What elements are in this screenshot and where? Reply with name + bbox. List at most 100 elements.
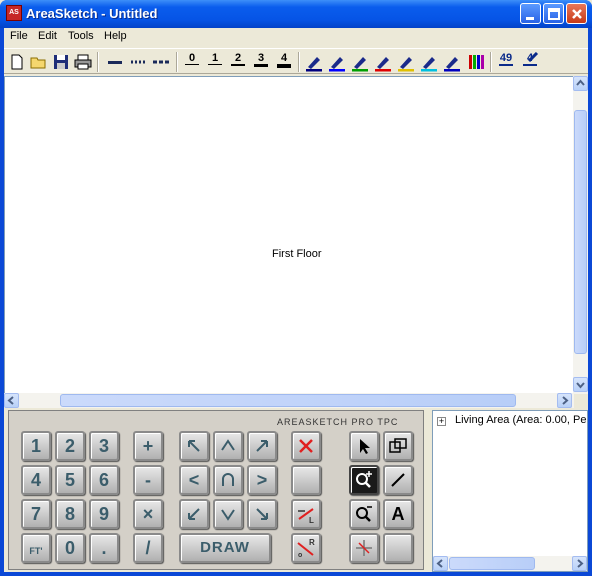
blank-tool-button[interactable] [291, 465, 321, 495]
dashed-line-icon [153, 60, 169, 64]
menu-tools[interactable]: Tools [68, 30, 94, 42]
font-size-button[interactable]: 49 [496, 52, 516, 72]
text-tool-button[interactable]: A [383, 499, 413, 529]
roof-label-button[interactable]: Ro [291, 533, 321, 563]
app-window: AS AreaSketch - Untitled File Edit Tools… [0, 0, 592, 576]
expand-icon[interactable]: + [437, 417, 446, 426]
key-2[interactable]: 2 [55, 431, 85, 461]
line-width-bar [208, 64, 222, 65]
key-plus[interactable]: + [133, 431, 163, 461]
pen-color-button[interactable] [442, 52, 462, 72]
printer-icon [74, 54, 92, 70]
pen-color-button[interactable] [304, 52, 324, 72]
pen-color-button[interactable] [350, 52, 370, 72]
line-label-button[interactable]: L [291, 499, 321, 529]
direction-up-button[interactable] [213, 431, 243, 461]
line-width-2-button[interactable]: 2 [228, 52, 248, 72]
tree-scroll-right-button[interactable] [572, 556, 587, 571]
key-7[interactable]: 7 [21, 499, 51, 529]
key-minus[interactable]: - [133, 465, 163, 495]
key-0[interactable]: 0 [55, 533, 85, 563]
title-bar[interactable]: AS AreaSketch - Untitled [0, 0, 592, 28]
font-style-button[interactable]: 4 [520, 52, 540, 72]
line-width-bar [254, 64, 268, 67]
pen-icon [398, 57, 414, 72]
zoom-window-button[interactable] [383, 431, 413, 461]
minimize-button[interactable] [520, 3, 541, 24]
direction-down-right-button[interactable] [247, 499, 277, 529]
line-dotted-button[interactable] [128, 52, 148, 72]
key-3[interactable]: 3 [89, 431, 119, 461]
roof-line-icon: Ro [297, 538, 315, 559]
vertical-scroll-thumb[interactable] [574, 110, 587, 354]
feet-mark: ' [40, 546, 43, 556]
pen-color-button[interactable] [327, 52, 347, 72]
pen-color-button[interactable] [373, 52, 393, 72]
zoom-in-button[interactable] [349, 465, 379, 495]
scroll-down-button[interactable] [573, 377, 588, 392]
key-9[interactable]: 9 [89, 499, 119, 529]
toolbar-separator [97, 52, 99, 72]
line-solid-button[interactable] [105, 52, 125, 72]
scroll-right-button[interactable] [557, 393, 572, 408]
line-width-0-button[interactable]: 0 [182, 52, 202, 72]
direction-down-button[interactable] [213, 499, 243, 529]
line-width-3-button[interactable]: 3 [251, 52, 271, 72]
tree-scroll-thumb[interactable] [449, 557, 535, 570]
blank-tool-button-2[interactable] [383, 533, 413, 563]
direction-right-button[interactable]: > [247, 465, 277, 495]
print-button[interactable] [73, 52, 93, 72]
toolbar: 0 1 2 3 4 49 4 [4, 48, 588, 74]
arrow-down-right-icon [256, 508, 268, 520]
new-file-button[interactable] [7, 52, 27, 72]
scroll-left-button[interactable] [4, 393, 19, 408]
line-dashed-button[interactable] [151, 52, 171, 72]
menu-bar: File Edit Tools Help [4, 28, 588, 46]
open-file-button[interactable] [29, 52, 49, 72]
horizontal-scroll-thumb[interactable] [60, 394, 516, 407]
pen-color-button[interactable] [396, 52, 416, 72]
direction-up-left-button[interactable] [179, 431, 209, 461]
chevron-up-icon [221, 439, 235, 451]
menu-file[interactable]: File [10, 30, 28, 42]
select-arrow-button[interactable] [349, 431, 379, 461]
key-feet[interactable]: FT' [21, 533, 51, 563]
slope-line-icon: L [298, 508, 314, 525]
key-8[interactable]: 8 [55, 499, 85, 529]
crosshair-button[interactable] [349, 533, 379, 563]
direction-down-left-button[interactable] [179, 499, 209, 529]
red-x-icon [299, 439, 313, 453]
direction-up-right-button[interactable] [247, 431, 277, 461]
line-width-1-button[interactable]: 1 [205, 52, 225, 72]
color-palette-button[interactable] [466, 52, 486, 72]
maximize-button[interactable] [543, 3, 564, 24]
delete-button[interactable] [291, 431, 321, 461]
line-width-4-button[interactable]: 4 [274, 52, 294, 72]
line-tool-button[interactable] [383, 465, 413, 495]
save-button[interactable] [51, 52, 71, 72]
key-divide[interactable]: / [133, 533, 163, 563]
menu-help[interactable]: Help [104, 30, 127, 42]
tree-horizontal-scrollbar[interactable] [433, 556, 587, 571]
tree-scroll-left-button[interactable] [433, 556, 448, 571]
key-1[interactable]: 1 [21, 431, 51, 461]
key-4[interactable]: 4 [21, 465, 51, 495]
scroll-up-button[interactable] [573, 76, 588, 91]
zoom-out-button[interactable] [349, 499, 379, 529]
vertical-scrollbar[interactable] [573, 76, 588, 394]
key-times[interactable]: × [133, 499, 163, 529]
tree-item-living-area[interactable]: Living Area (Area: 0.00, Peri [455, 414, 587, 426]
pen-color-button[interactable] [419, 52, 439, 72]
horizontal-scrollbar[interactable] [4, 393, 574, 408]
key-5[interactable]: 5 [55, 465, 85, 495]
chevron-left-icon [7, 396, 14, 405]
arc-button[interactable] [213, 465, 243, 495]
key-6[interactable]: 6 [89, 465, 119, 495]
drawing-canvas[interactable]: First Floor [4, 76, 574, 394]
key-dot[interactable]: . [89, 533, 119, 563]
direction-left-button[interactable]: < [179, 465, 209, 495]
draw-button[interactable]: DRAW [179, 533, 271, 563]
svg-text:L: L [309, 516, 314, 525]
menu-edit[interactable]: Edit [38, 30, 57, 42]
close-button[interactable] [566, 3, 587, 24]
